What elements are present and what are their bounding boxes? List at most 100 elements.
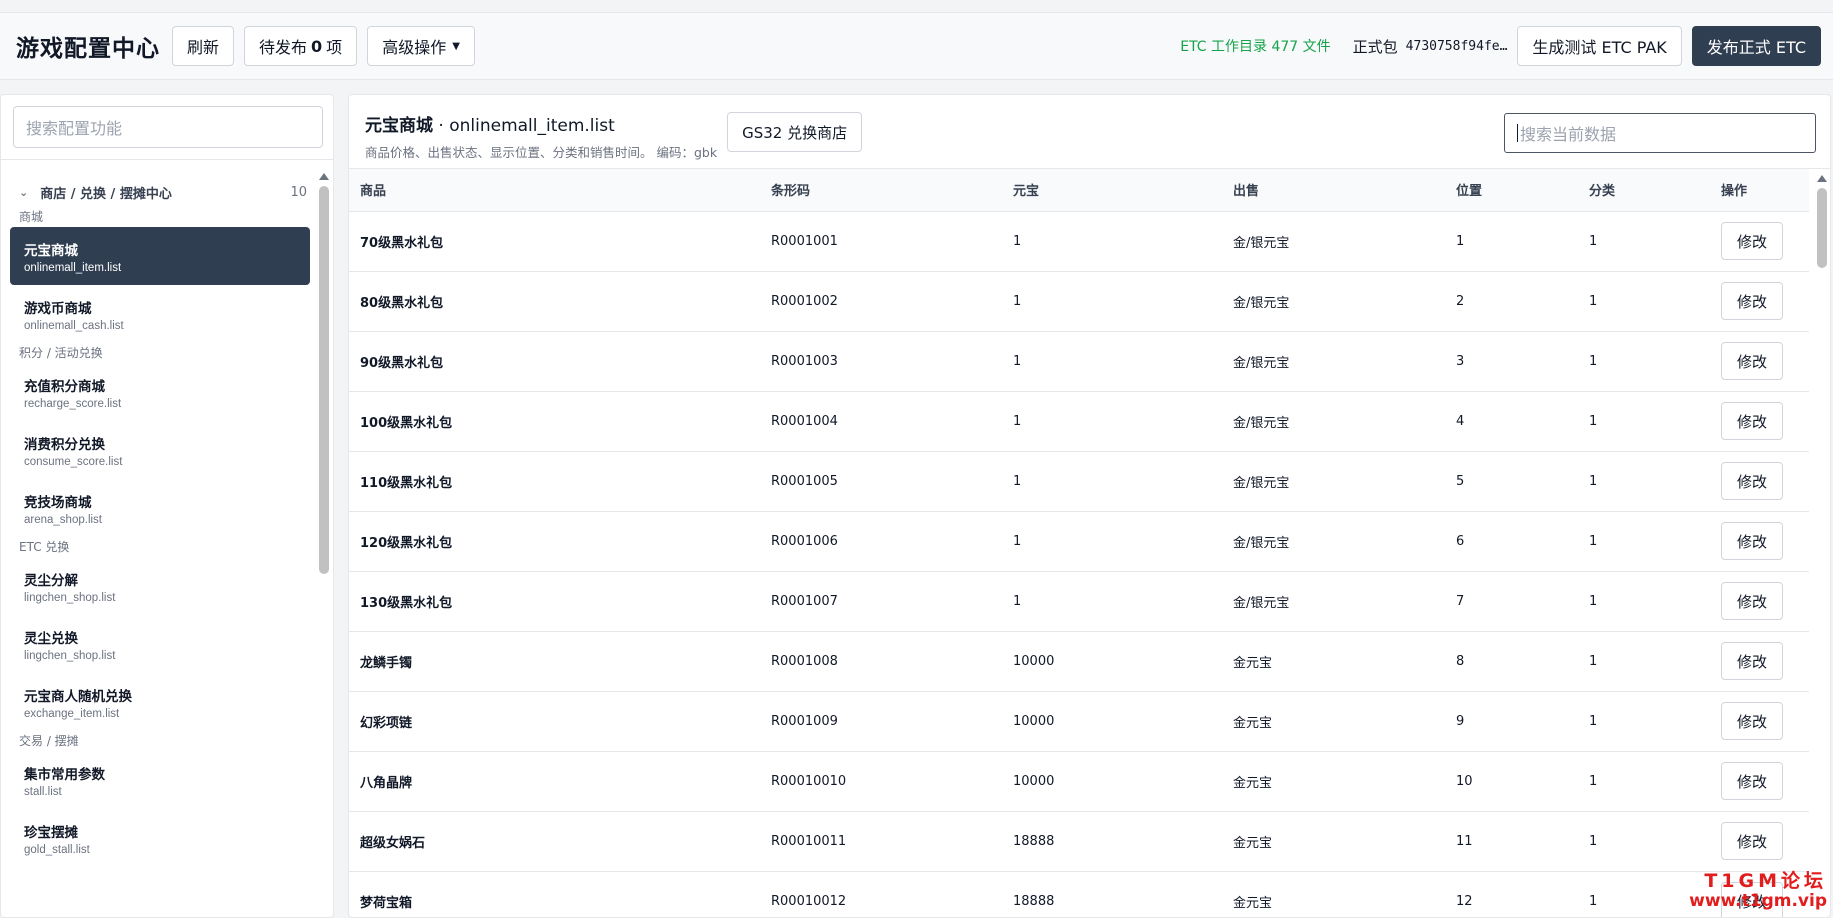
sidebar-scrollbar[interactable] bbox=[319, 167, 329, 917]
table-cell: 金/银元宝 bbox=[1222, 271, 1445, 332]
table-cell: 10 bbox=[1445, 751, 1578, 812]
edit-button[interactable]: 修改 bbox=[1721, 282, 1783, 320]
table-cell: 1 bbox=[1578, 751, 1710, 812]
table-row: 110级黑水礼包 R0001005 1 金/银元宝 5 1 修改 bbox=[349, 451, 1809, 512]
sidebar-item-file: onlinemall_cash.list bbox=[24, 319, 124, 332]
table-cell: R0001002 bbox=[760, 271, 1002, 332]
table-row: 90级黑水礼包 R0001003 1 金/银元宝 3 1 修改 bbox=[349, 331, 1809, 392]
table-cell: 3 bbox=[1445, 331, 1578, 392]
table-cell: 7 bbox=[1445, 571, 1578, 632]
table-row: 八角晶牌 R00010010 10000 金元宝 10 1 修改 bbox=[349, 751, 1809, 812]
table-cell: 1 bbox=[1578, 691, 1710, 752]
table-cell: 金/银元宝 bbox=[1222, 571, 1445, 632]
sidebar-item[interactable]: 珍宝摆摊 gold_stall.list bbox=[10, 809, 310, 867]
sidebar-item[interactable]: 游戏币商城 onlinemall_cash.list bbox=[10, 285, 310, 343]
table-cell-actions: 修改 bbox=[1710, 571, 1809, 632]
sidebar-search-input[interactable]: 搜索配置功能 bbox=[13, 106, 323, 148]
edit-button[interactable]: 修改 bbox=[1721, 642, 1783, 680]
sidebar-item-title: 消费积分兑换 bbox=[24, 436, 105, 453]
table-cell: 金/银元宝 bbox=[1222, 331, 1445, 392]
refresh-button[interactable]: 刷新 bbox=[172, 26, 235, 66]
advanced-actions-dropdown[interactable]: 高级操作 ▼ bbox=[367, 26, 475, 66]
nav-section-label: 商城 bbox=[19, 210, 44, 224]
advanced-actions-label: 高级操作 bbox=[382, 38, 447, 57]
table-cell: 5 bbox=[1445, 451, 1578, 512]
table-cell: 金元宝 bbox=[1222, 871, 1445, 917]
table-cell: R0001003 bbox=[760, 331, 1002, 392]
chevron-down-icon: ⌄ bbox=[19, 185, 29, 199]
scroll-up-icon[interactable] bbox=[1817, 175, 1827, 182]
nav-group-header[interactable]: ⌄ 商店 / 兑换 / 摆摊中心 10 bbox=[1, 177, 319, 207]
nav-group-count: 10 bbox=[290, 184, 307, 200]
table-cell: 1 bbox=[1578, 331, 1710, 392]
nav-group-label: 商店 / 兑换 / 摆摊中心 bbox=[40, 186, 172, 202]
watermark-logo: T1GM论坛 www.t1gm.vip bbox=[1689, 870, 1827, 912]
table-cell: R0001005 bbox=[760, 451, 1002, 512]
table-scrollbar[interactable] bbox=[1816, 169, 1828, 917]
table-cell: 金/银元宝 bbox=[1222, 211, 1445, 272]
column-header: 位置 bbox=[1445, 169, 1578, 212]
sidebar-item-title: 灵尘分解 bbox=[24, 572, 78, 589]
publish-etc-button[interactable]: 发布正式 ETC bbox=[1691, 26, 1821, 66]
table-cell: 1 bbox=[1002, 271, 1222, 332]
edit-button[interactable]: 修改 bbox=[1721, 342, 1783, 380]
column-header: 元宝 bbox=[1002, 169, 1222, 212]
table-cell: 1 bbox=[1578, 631, 1710, 692]
sidebar-item[interactable]: 元宝商人随机兑换 exchange_item.list bbox=[10, 673, 310, 731]
table-cell-actions: 修改 bbox=[1710, 271, 1809, 332]
text-cursor bbox=[1517, 124, 1518, 142]
package-label: 正式包 bbox=[1352, 37, 1398, 56]
scroll-up-icon[interactable] bbox=[319, 173, 329, 180]
edit-button[interactable]: 修改 bbox=[1721, 462, 1783, 500]
sidebar-item[interactable]: 竞技场商城 arena_shop.list bbox=[10, 479, 310, 537]
sidebar-item[interactable]: 灵尘兑换 lingchen_shop.list bbox=[10, 615, 310, 673]
edit-button[interactable]: 修改 bbox=[1721, 522, 1783, 560]
pending-suffix: 项 bbox=[326, 38, 343, 57]
table-cell: 6 bbox=[1445, 511, 1578, 572]
table-cell: 10000 bbox=[1002, 691, 1222, 752]
build-test-etc-button[interactable]: 生成测试 ETC PAK bbox=[1517, 26, 1682, 66]
table-cell: 1 bbox=[1002, 211, 1222, 272]
table-cell: 1 bbox=[1578, 511, 1710, 572]
table-cell: 18888 bbox=[1002, 811, 1222, 872]
edit-button[interactable]: 修改 bbox=[1721, 222, 1783, 260]
sidebar-item[interactable]: 消费积分兑换 consume_score.list bbox=[10, 421, 310, 479]
table-cell: 100级黑水礼包 bbox=[349, 391, 760, 452]
edit-button[interactable]: 修改 bbox=[1721, 762, 1783, 800]
pending-publish-button[interactable]: 待发布 0 项 bbox=[244, 26, 358, 66]
table-cell: 9 bbox=[1445, 691, 1578, 752]
table-cell: R00010010 bbox=[760, 751, 1002, 812]
table-row: 梦荷宝箱 R00010012 18888 金元宝 12 1 修改 bbox=[349, 871, 1809, 917]
table-cell-actions: 修改 bbox=[1710, 631, 1809, 692]
edit-button[interactable]: 修改 bbox=[1721, 402, 1783, 440]
column-header: 条形码 bbox=[760, 169, 1002, 212]
watermark-line2: www.t1gm.vip bbox=[1689, 891, 1827, 912]
page-title-file: · onlinemall_item.list bbox=[433, 116, 615, 136]
table-cell: 12 bbox=[1445, 871, 1578, 917]
sidebar-scrollbar-thumb[interactable] bbox=[319, 186, 329, 574]
sidebar-item-title: 灵尘兑换 bbox=[24, 630, 78, 647]
table-cell: 1 bbox=[1002, 331, 1222, 392]
sidebar-nav: ⌄ 商店 / 兑换 / 摆摊中心 10 商城元宝商城 onlinemall_ite… bbox=[1, 167, 319, 917]
sidebar-item[interactable]: 集市常用参数 stall.list bbox=[10, 751, 310, 809]
data-search-input[interactable]: 搜索当前数据 bbox=[1504, 113, 1816, 153]
edit-button[interactable]: 修改 bbox=[1721, 702, 1783, 740]
sidebar-item-file: onlinemall_item.list bbox=[24, 261, 122, 274]
table-cell: 70级黑水礼包 bbox=[349, 211, 760, 272]
nav-section-label: 交易 / 摆摊 bbox=[19, 734, 79, 748]
gs32-exchange-shop-button[interactable]: GS32 兑换商店 bbox=[727, 112, 863, 152]
sidebar-item-title: 游戏币商城 bbox=[24, 300, 92, 317]
sidebar-item[interactable]: 元宝商城 onlinemall_item.list bbox=[10, 227, 310, 285]
table-cell: 幻彩项链 bbox=[349, 691, 760, 752]
sidebar-item[interactable]: 充值积分商城 recharge_score.list bbox=[10, 363, 310, 421]
table-cell-actions: 修改 bbox=[1710, 691, 1809, 752]
nav-section-label: ETC 兑换 bbox=[19, 540, 70, 554]
table-scrollbar-thumb[interactable] bbox=[1817, 188, 1827, 268]
pending-prefix: 待发布 bbox=[259, 38, 308, 57]
table-cell: 10000 bbox=[1002, 631, 1222, 692]
table-cell: R00010011 bbox=[760, 811, 1002, 872]
sidebar-item-file: lingchen_shop.list bbox=[24, 591, 116, 604]
edit-button[interactable]: 修改 bbox=[1721, 582, 1783, 620]
sidebar-item[interactable]: 灵尘分解 lingchen_shop.list bbox=[10, 557, 310, 615]
edit-button[interactable]: 修改 bbox=[1721, 822, 1783, 860]
